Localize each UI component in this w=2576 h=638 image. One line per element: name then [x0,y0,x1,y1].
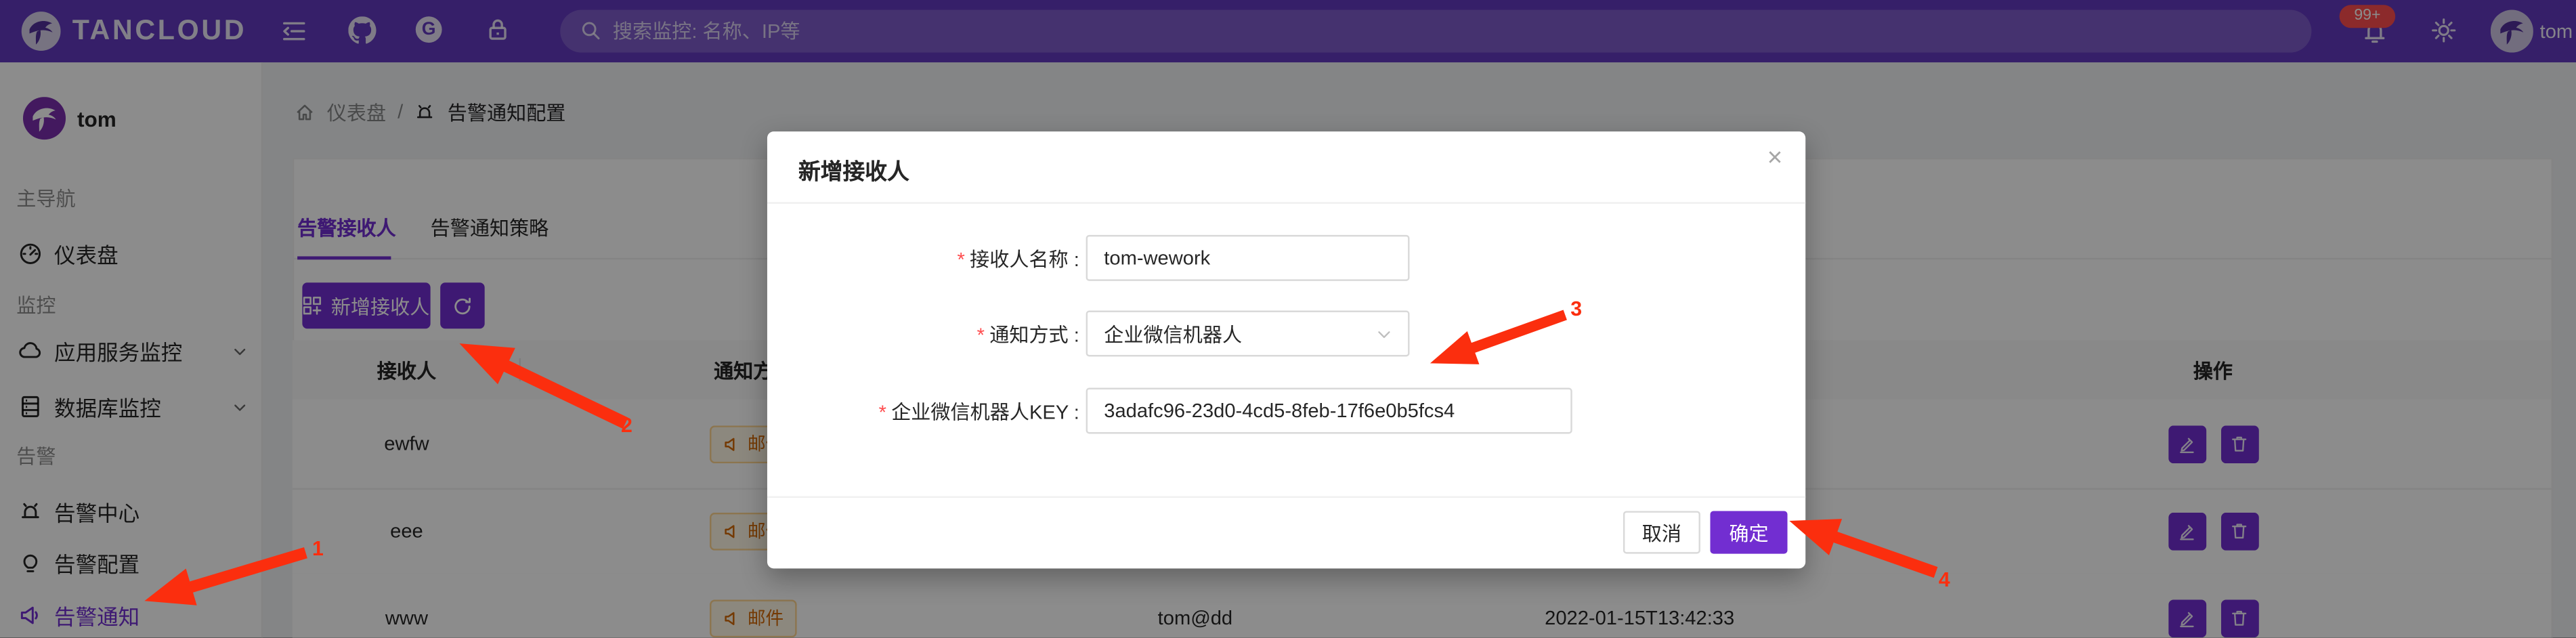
chevron-down-icon [1375,324,1394,343]
required-mark: * [977,323,985,346]
receiver-name-input[interactable]: tom-wework [1086,235,1410,281]
modal-title: 新增接收人 [798,153,909,186]
field-label-notify-method: *通知方式 [767,320,1079,347]
app-root: TANCLOUD G 搜索监控: 名称、IP等 99+ tom [0,0,2576,638]
field-label-receiver-name: *接收人名称 [767,244,1079,272]
modal-header-divider [767,202,1805,203]
close-icon[interactable]: × [1767,146,1783,173]
wework-key-input[interactable]: 3adafc96-23d0-4cd5-8feb-17f6e0b5fcs4 [1086,388,1572,434]
required-mark: * [957,247,964,270]
confirm-button[interactable]: 确定 [1710,511,1787,553]
modal-footer-divider [767,496,1805,498]
required-mark: * [879,400,886,423]
cancel-button[interactable]: 取消 [1623,511,1700,553]
field-label-wework-key: *企业微信机器人KEY [767,397,1079,425]
add-receiver-modal: 新增接收人 × *接收人名称 tom-wework *通知方式 企业微信机器人 … [767,131,1805,568]
notify-method-select[interactable]: 企业微信机器人 [1086,311,1410,357]
